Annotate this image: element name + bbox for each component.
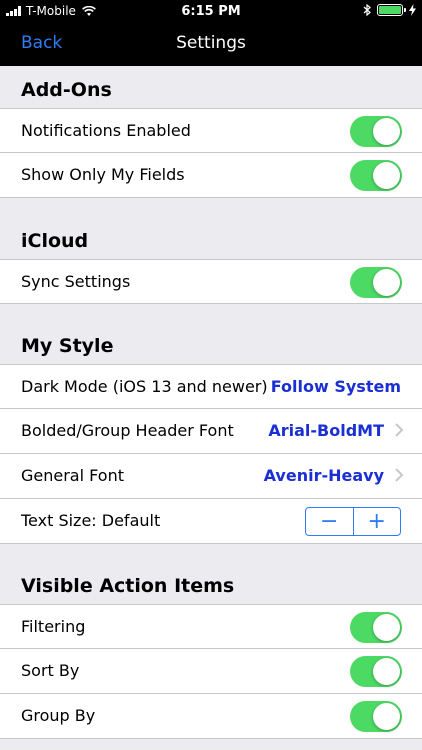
section-title: Visible Action Items [21,575,235,597]
row-dark-mode[interactable]: Dark Mode (iOS 13 and newer) Follow Syst… [0,364,422,409]
header-font-value: Arial-BoldMT [268,421,384,440]
sync-settings-toggle[interactable] [350,267,402,298]
bluetooth-icon [363,4,371,16]
row-filtering: Filtering [0,604,422,649]
section-header-add-ons: Add-Ons [0,66,422,108]
section-header-my-style: My Style [0,304,422,364]
row-label: Bolded/Group Header Font [21,421,234,440]
row-text-size: Text Size: Default − + [0,499,422,544]
text-size-stepper: − + [305,507,401,536]
row-notifications-enabled: Notifications Enabled [0,108,422,153]
row-general-font[interactable]: General Font Avenir-Heavy [0,454,422,499]
status-right [363,4,416,16]
section-header-visible-action-items: Visible Action Items [0,544,422,604]
row-label: Show Only My Fields [21,165,185,184]
row-header-font[interactable]: Bolded/Group Header Font Arial-BoldMT [0,409,422,454]
row-label: Group By [21,706,96,725]
chevron-right-icon [395,468,404,482]
general-font-value: Avenir-Heavy [263,466,384,485]
show-only-my-fields-toggle[interactable] [350,160,402,191]
charging-bolt-icon [409,4,416,16]
dark-mode-value[interactable]: Follow System [271,377,401,396]
section-title: Add-Ons [21,79,112,101]
row-label: Notifications Enabled [21,121,191,140]
page-title: Settings [176,33,246,53]
decrease-text-size-button[interactable]: − [306,508,354,535]
row-label: Sync Settings [21,272,131,291]
navigation-bar: Back Settings [0,22,422,66]
chevron-right-icon [395,423,404,437]
section-header-icloud: iCloud [0,198,422,259]
row-label: Text Size: Default [21,511,161,530]
increase-text-size-button[interactable]: + [354,508,401,535]
row-sync-settings: Sync Settings [0,259,422,304]
row-show-only-my-fields: Show Only My Fields [0,153,422,198]
row-sort-by: Sort By [0,649,422,694]
section-title: My Style [21,335,114,357]
section-title: iCloud [21,230,89,252]
row-label: General Font [21,466,124,485]
row-label: Dark Mode (iOS 13 and newer) [21,377,268,396]
filtering-toggle[interactable] [350,612,402,643]
sort-by-toggle[interactable] [350,656,402,687]
status-time: 6:15 PM [181,4,241,19]
top-bar: T-Mobile 6:15 PM Back Settings [0,0,422,66]
battery-icon [377,4,406,16]
status-bar: T-Mobile 6:15 PM [0,0,422,22]
row-group-by: Group By [0,694,422,739]
row-label: Sort By [21,661,80,680]
group-by-toggle[interactable] [350,701,402,732]
row-label: Filtering [21,617,86,636]
notifications-toggle[interactable] [350,116,402,147]
